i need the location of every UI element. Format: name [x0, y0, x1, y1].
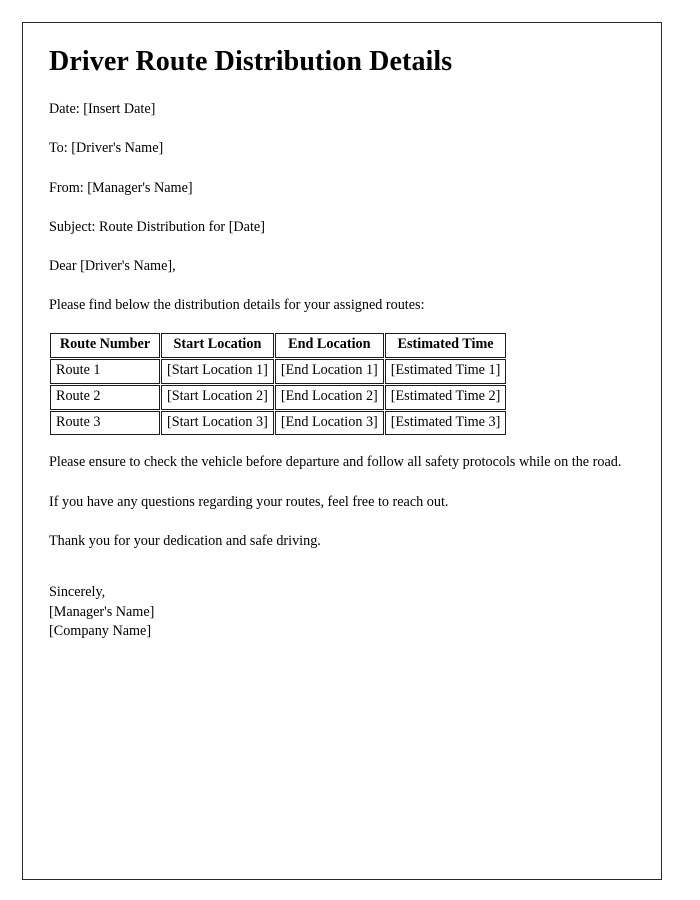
cell-estimated-time: [Estimated Time 1] [384, 359, 507, 384]
page-title: Driver Route Distribution Details [49, 46, 453, 77]
signature-company-name: [Company Name] [49, 623, 152, 640]
column-header-end-location: End Location [274, 333, 384, 359]
salutation: Dear [Driver's Name], [49, 257, 176, 274]
column-header-estimated-time: Estimated Time [384, 333, 507, 359]
table-row: Route 1 [Start Location 1] [End Location… [50, 359, 507, 384]
intro-paragraph: Please find below the distribution detai… [49, 297, 425, 314]
signature-spacer [49, 571, 631, 583]
meta-field-to: To: [Driver's Name] [49, 140, 164, 157]
body-paragraph-safety: Please ensure to check the vehicle befor… [49, 454, 622, 471]
body-paragraph-questions: If you have any questions regarding your… [49, 493, 449, 510]
signature-block: Sincerely, [Manager's Name] [Company Nam… [49, 583, 631, 642]
meta-field-from: From: [Manager's Name] [49, 179, 193, 196]
cell-start-location: [Start Location 3] [161, 410, 274, 436]
document-body: Driver Route Distribution Details Date: … [49, 46, 631, 642]
cell-end-location: [End Location 3] [274, 410, 384, 436]
route-distribution-table: Route Number Start Location End Location… [49, 332, 507, 436]
meta-field-date: Date: [Insert Date] [49, 101, 156, 118]
column-header-start-location: Start Location [161, 333, 274, 359]
cell-route-number: Route 3 [50, 410, 160, 436]
cell-route-number: Route 1 [50, 359, 160, 384]
table-row: Route 2 [Start Location 2] [End Location… [50, 384, 507, 410]
cell-estimated-time: [Estimated Time 2] [384, 384, 507, 410]
cell-route-number: Route 2 [50, 384, 160, 410]
body-paragraph-thanks: Thank you for your dedication and safe d… [49, 532, 321, 549]
page-frame: Driver Route Distribution Details Date: … [22, 22, 662, 880]
cell-estimated-time: [Estimated Time 3] [384, 410, 507, 436]
cell-start-location: [Start Location 2] [161, 384, 274, 410]
column-header-route-number: Route Number [50, 333, 160, 359]
table-header-row: Route Number Start Location End Location… [50, 333, 507, 359]
cell-end-location: [End Location 2] [274, 384, 384, 410]
signature-sender-name: [Manager's Name] [49, 603, 155, 620]
cell-end-location: [End Location 1] [274, 359, 384, 384]
table-row: Route 3 [Start Location 3] [End Location… [50, 410, 507, 436]
signature-closing: Sincerely, [49, 584, 106, 601]
meta-field-subject: Subject: Route Distribution for [Date] [49, 218, 265, 235]
cell-start-location: [Start Location 1] [161, 359, 274, 384]
